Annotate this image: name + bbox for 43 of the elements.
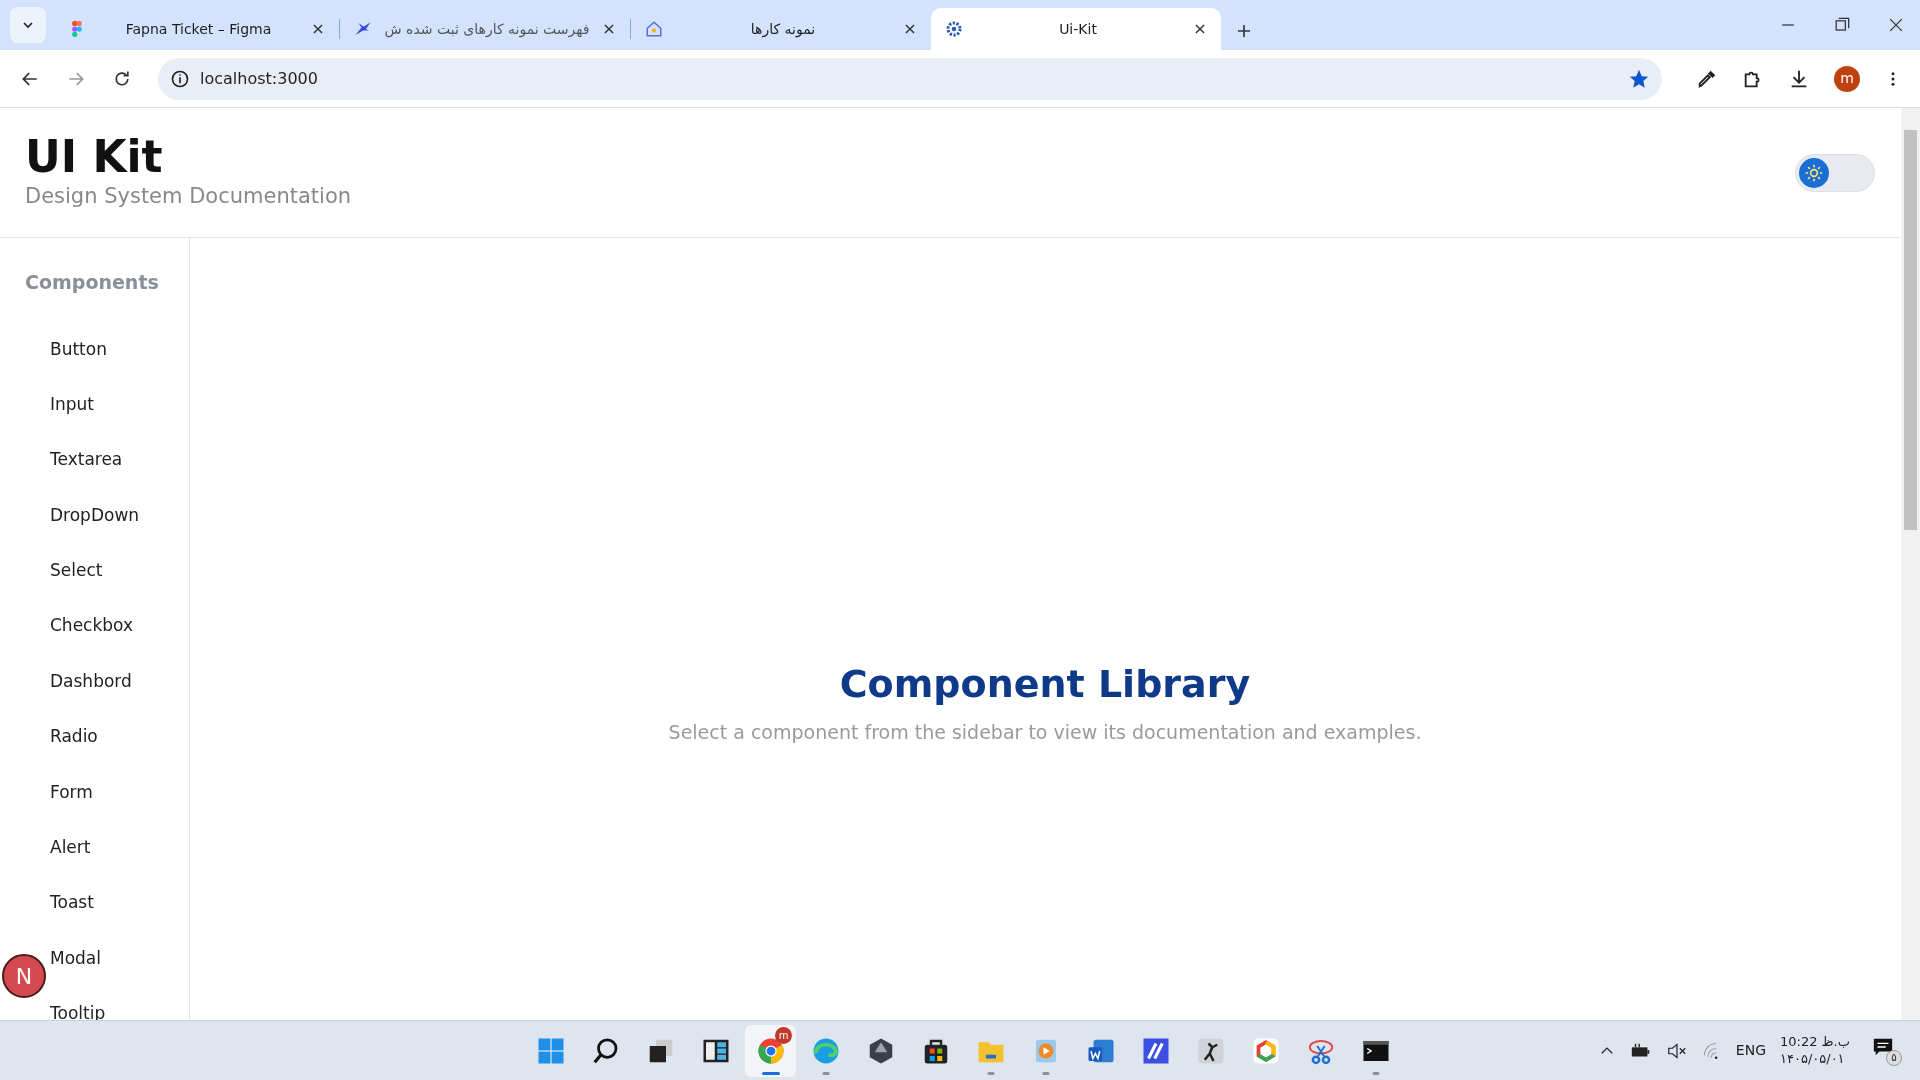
sidebar-item[interactable]: Dashbord (50, 670, 132, 692)
sidebar-heading: Components (25, 270, 160, 295)
page-subtitle: Design System Documentation (25, 182, 352, 210)
sun-icon (1804, 162, 1824, 183)
address-bar[interactable]: localhost:3000 (158, 57, 1662, 100)
main-description: Select a component from the sidebar to view its documentation and examples. (668, 719, 1422, 745)
browser-logo-taskbar-button[interactable]: m (745, 1024, 796, 1077)
sidebar-item[interactable]: Alert (50, 837, 91, 858)
close-icon[interactable] (311, 22, 325, 36)
clock-time[interactable]: 10:22 ب.ظ (1780, 1033, 1850, 1051)
browser-tab[interactable]: فهرست نمونه کارهای ثبت شده ش (340, 8, 630, 50)
browser-tab[interactable]: Fapna Ticket – Figma (54, 8, 339, 50)
profile-avatar[interactable]: m (1834, 65, 1860, 92)
notification-count: ۵ (1886, 1049, 1902, 1066)
sidebar-item[interactable]: Modal (50, 947, 101, 969)
sidebar-item[interactable]: Input (50, 393, 95, 415)
close-icon[interactable] (903, 22, 917, 36)
sidebar-item[interactable]: Select (50, 560, 103, 581)
dev-tools-badge[interactable]: N (2, 954, 46, 998)
sidebar-item[interactable]: Toast (50, 892, 94, 913)
clock-date[interactable]: ۱۴۰۵/۰۵/۰۱ (1780, 1050, 1850, 1068)
close-icon[interactable] (602, 22, 616, 36)
sidebar-item[interactable]: Form (50, 781, 93, 802)
sidebar-item[interactable]: Textarea (50, 449, 123, 470)
close-icon[interactable] (1193, 22, 1207, 36)
sidebar-item[interactable]: Button (50, 338, 107, 359)
sidebar-item[interactable]: DropDown (50, 504, 140, 526)
page-title: UI Kit (25, 132, 164, 181)
browser-tab[interactable]: Ui-Kit (931, 8, 1221, 50)
main-heading: Component Library (839, 661, 1251, 708)
browser-tab[interactable]: نمونه کارها (631, 8, 931, 50)
house-icon (645, 20, 663, 38)
sidebar-item[interactable]: Radio (50, 726, 98, 747)
plus-icon (1235, 22, 1253, 40)
theme-toggle[interactable] (1795, 153, 1875, 192)
url-text: localhost:3000 (200, 67, 319, 90)
sidebar-item[interactable]: Checkbox (50, 615, 134, 636)
language-indicator[interactable]: ENG (1735, 1040, 1766, 1061)
notification-badge: m (775, 1026, 792, 1044)
info-icon (170, 68, 190, 89)
sidebar-item[interactable]: Tooltip (50, 1003, 106, 1024)
scrollbar[interactable] (1901, 108, 1920, 1020)
notification-center-button[interactable]: ۵ (1872, 1035, 1902, 1066)
